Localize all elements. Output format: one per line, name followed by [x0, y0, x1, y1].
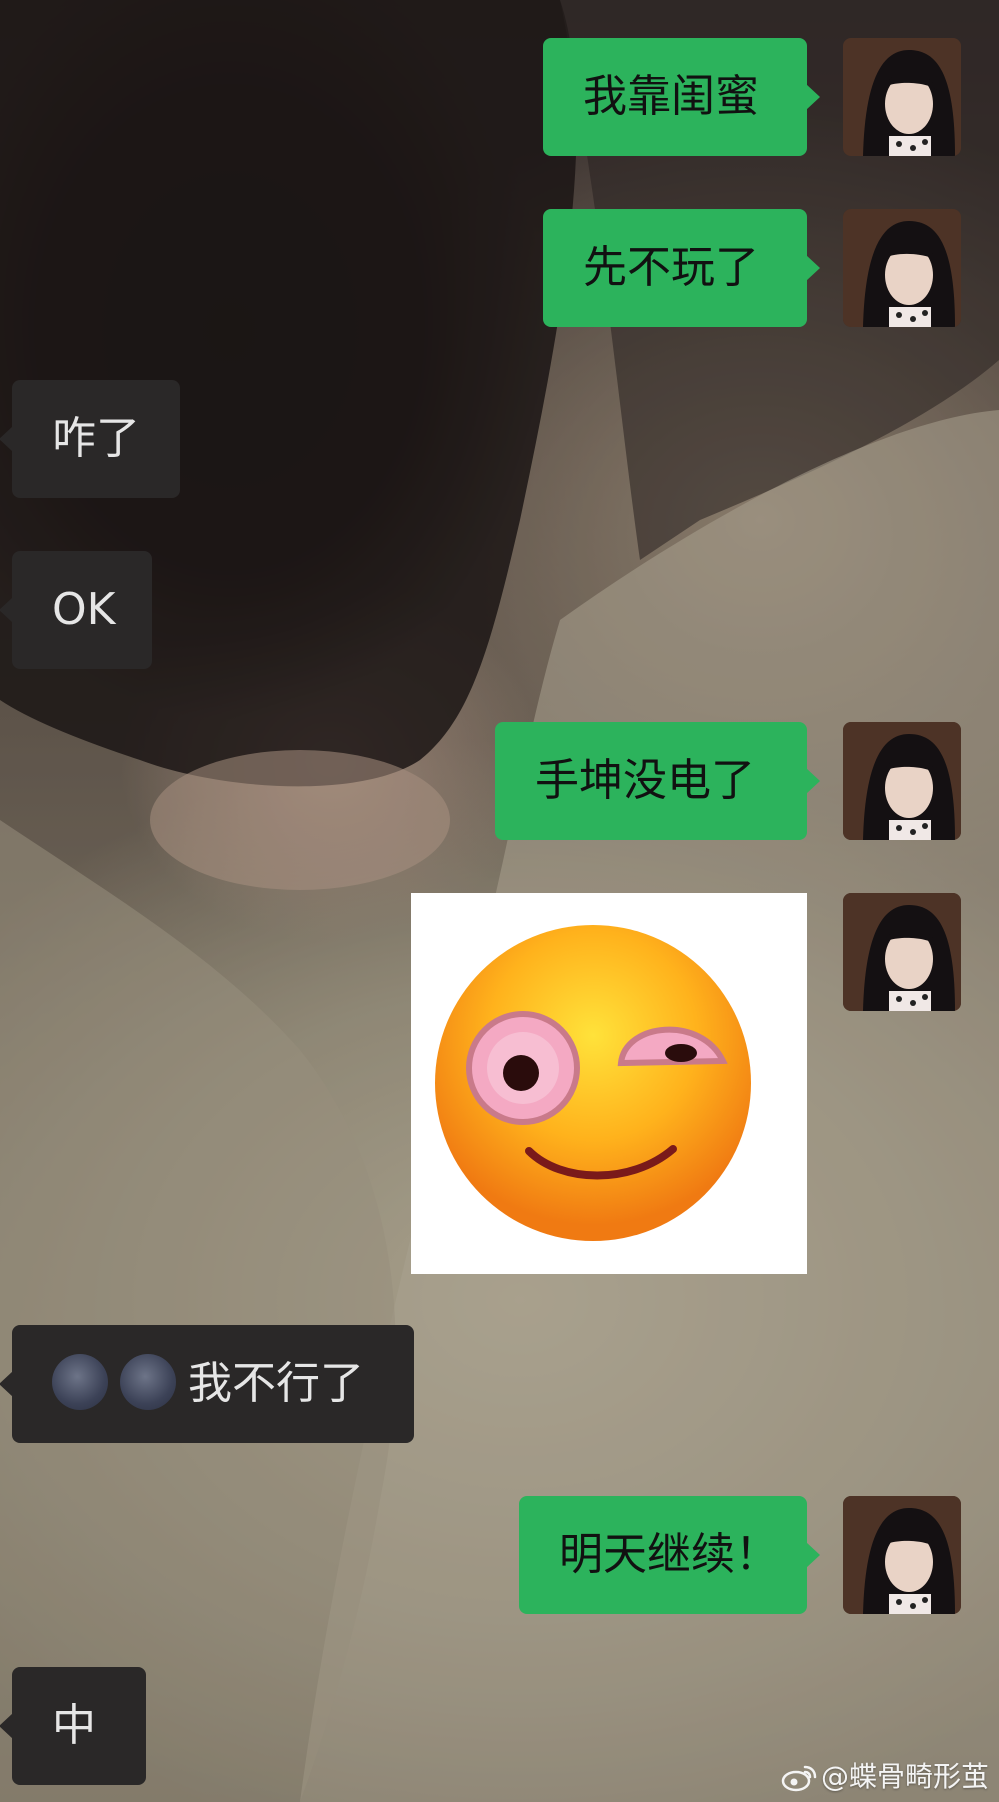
message-text: OK [52, 584, 116, 635]
rolling-eye-smile-emoji-icon [435, 925, 751, 1241]
my-avatar[interactable] [843, 38, 961, 156]
my-message-bubble[interactable]: 我靠闺蜜 [543, 38, 820, 156]
message-text: 中 [52, 1700, 96, 1751]
avatar-photo [843, 722, 961, 840]
avatar-photo [843, 1496, 961, 1614]
message-text: 明天继续！ [559, 1529, 779, 1580]
message-text: 我不行了 [188, 1358, 364, 1409]
their-message-bubble[interactable]: 中 [0, 1667, 146, 1785]
new-moon-face-icon [120, 1354, 176, 1410]
message-text: 我靠闺蜜 [583, 71, 759, 122]
my-avatar[interactable] [843, 1496, 961, 1614]
watermark-text: @蝶骨畸形茧 [820, 1760, 989, 1793]
their-message-bubble[interactable]: 咋了 [0, 380, 180, 498]
my-avatar[interactable] [843, 893, 961, 1011]
my-message-bubble[interactable]: 明天继续！ [519, 1496, 820, 1614]
weibo-icon [781, 1765, 817, 1792]
weibo-watermark: @蝶骨畸形茧 [781, 1758, 989, 1796]
their-message-bubble[interactable]: 我不行了 [0, 1325, 414, 1443]
my-message-bubble[interactable]: 先不玩了 [543, 209, 820, 327]
message-text: 手坤没电了 [535, 755, 755, 806]
sticker-message[interactable] [411, 893, 807, 1274]
message-text: 咋了 [52, 413, 140, 464]
my-message-bubble[interactable]: 手坤没电了 [495, 722, 820, 840]
my-avatar[interactable] [843, 722, 961, 840]
avatar-photo [843, 38, 961, 156]
avatar-photo [843, 209, 961, 327]
new-moon-face-icon [52, 1354, 108, 1410]
their-message-bubble[interactable]: OK [0, 551, 152, 669]
avatar-photo [843, 893, 961, 1011]
my-avatar[interactable] [843, 209, 961, 327]
message-text: 先不玩了 [583, 242, 759, 293]
